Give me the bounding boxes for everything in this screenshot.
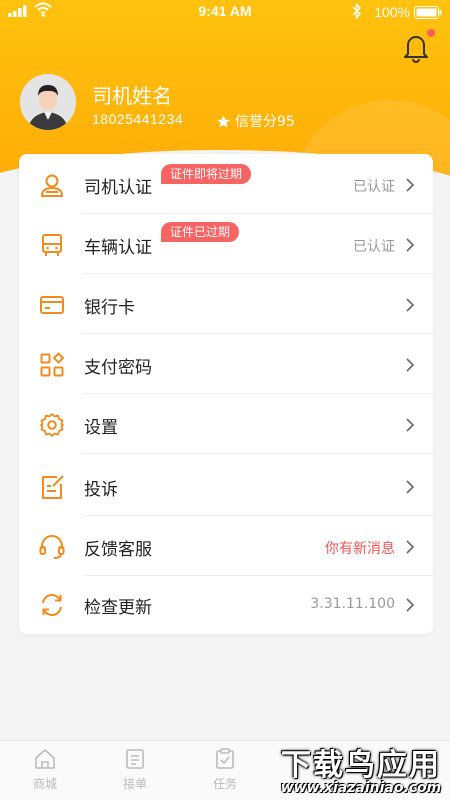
tab-label: 商城 [32,777,57,791]
customer-service-icon [39,535,65,559]
driver-name: 司机姓名 [92,84,172,108]
watermark: 下载鸟应用 www.xiazainiao.com [272,738,450,800]
chevron-right-icon [406,418,415,432]
menu-item-value: 已认证 [353,239,395,255]
orders-icon [126,749,144,769]
menu-item-label: 反馈客服 [84,540,152,560]
chevron-right-icon [406,178,415,192]
menu-item-label: 车辆认证 [84,238,152,258]
menu-item-vehicle-certification[interactable]: 车辆认证 证件已过期 已认证 [19,214,433,274]
mall-icon [35,749,55,769]
chevron-right-icon [406,480,415,494]
avatar[interactable] [20,74,76,130]
tab-label: 接单 [122,777,147,791]
menu-item-label: 司机认证 [84,178,152,198]
chevron-right-icon [406,540,415,554]
status-badge: 证件即将过期 [161,164,252,184]
bank-card-icon [40,296,64,314]
credit-score: 信誉分95 [216,111,295,131]
version-text: 3.31.11.100 [310,596,395,612]
menu-item-customer-service[interactable]: 反馈客服 你有新消息 [19,516,433,576]
notification-dot [426,28,436,38]
menu-item-value: 已认证 [353,179,395,195]
status-badge: 证件已过期 [161,222,240,242]
menu-item-bank-card[interactable]: 银行卡 [19,274,433,334]
menu-item-label: 支付密码 [84,358,152,378]
complaint-icon [42,475,64,499]
menu-item-driver-certification[interactable]: 司机认证 证件即将过期 已认证 [19,154,433,214]
star-icon [217,114,230,127]
chevron-right-icon [406,298,415,312]
status-bar: 9:41 AM 100% [0,0,450,24]
tab-label: 任务 [212,777,237,791]
menu-item-label: 投诉 [84,480,118,500]
driver-icon [41,174,63,197]
chevron-right-icon [406,598,415,612]
chevron-right-icon [406,238,415,252]
menu-item-label: 检查更新 [84,598,152,618]
menu-item-label: 设置 [84,418,118,438]
bluetooth-icon [352,3,362,19]
menu-item-check-update[interactable]: 检查更新 3.31.11.100 [19,574,433,634]
notification-bell-icon[interactable] [402,32,430,64]
watermark-text: 下载鸟应用 [281,748,441,783]
tab-orders[interactable]: 接单 [110,747,160,792]
vehicle-icon [42,234,62,256]
chevron-right-icon [406,358,415,372]
credit-score-text: 信誉分95 [235,114,295,130]
menu-item-payment-password[interactable]: 支付密码 [19,334,433,394]
battery-percent: 100% [374,4,410,20]
payment-password-icon [40,352,65,377]
menu-item-label: 银行卡 [84,298,135,318]
new-message-text: 你有新消息 [325,541,395,557]
tab-mall[interactable]: 商城 [20,747,70,792]
battery-icon [414,6,442,19]
task-icon [216,748,234,769]
watermark-url: www.xiazainiao.com [280,780,442,796]
menu-item-settings[interactable]: 设置 [19,394,433,454]
driver-phone: 18025441234 [92,111,184,127]
tab-task[interactable]: 任务 [200,747,250,792]
settings-icon [40,413,64,437]
menu-card: 司机认证 证件即将过期 已认证 车辆认证 证件已过期 已认证 银行卡 支付密码 … [19,154,433,634]
update-icon [42,594,62,616]
menu-item-complaint[interactable]: 投诉 [19,456,433,516]
